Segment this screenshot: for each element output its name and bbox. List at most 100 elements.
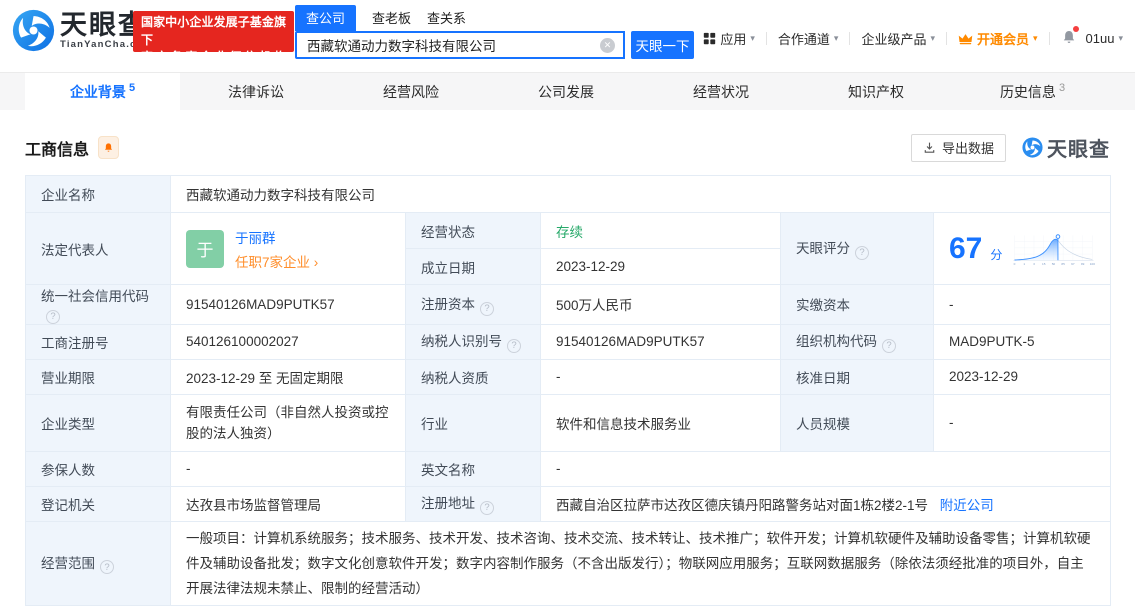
tab-intellectual-property[interactable]: 知识产权: [800, 73, 955, 110]
legal-rep-cell: 于 于丽群 任职7家企业 ›: [170, 212, 406, 285]
field-label: 核准日期: [780, 358, 934, 395]
field-label: 营业期限: [25, 358, 171, 395]
svg-text:99: 99: [1081, 261, 1085, 265]
help-icon[interactable]: ?: [507, 338, 521, 353]
nav-enterprise[interactable]: 企业级产品 ▾: [861, 29, 935, 48]
nearby-companies-link[interactable]: 附近公司: [940, 498, 994, 513]
help-icon[interactable]: ?: [480, 301, 494, 316]
search-tab-company[interactable]: 查公司: [295, 5, 357, 31]
help-icon[interactable]: ?: [46, 309, 60, 324]
search-button[interactable]: 天眼一下: [631, 31, 694, 59]
nav-vip[interactable]: 开通会员 ▾: [958, 29, 1038, 48]
field-label: 经营范围?: [25, 520, 171, 606]
field-label: 纳税人识别号?: [405, 323, 541, 360]
business-info-table: 企业名称 西藏软通动力数字科技有限公司 法定代表人 于 于丽群 任职7家企业 ›…: [25, 175, 1111, 606]
field-label: 英文名称: [405, 450, 541, 487]
notifications-bell-icon[interactable]: [1061, 26, 1079, 48]
field-label: 成立日期: [405, 248, 541, 285]
tab-operating-status[interactable]: 经营状况: [645, 73, 800, 110]
field-label: 参保人数: [25, 450, 171, 487]
tianyancha-swirl-icon: [1022, 137, 1043, 158]
score-cell: 67 分 0 1 3 15 50 85 97 99 100: [933, 212, 1111, 285]
field-label: 法定代表人: [25, 212, 171, 285]
tab-operating-risk[interactable]: 经营风险: [335, 73, 490, 110]
table-row: 登记机关 达孜县市场监督管理局 注册地址? 西藏自治区拉萨市达孜区德庆镇丹阳路警…: [25, 485, 1111, 522]
clear-search-icon[interactable]: ✕: [600, 38, 615, 53]
tab-company-development[interactable]: 公司发展: [490, 73, 645, 110]
taxpayer-quality-value: -: [540, 358, 781, 395]
tab-lawsuits[interactable]: 法律诉讼: [180, 73, 335, 110]
site-header: 天眼查 TianYanCha.com 国家中小企业发展子基金旗下 官方备案企业征…: [0, 0, 1135, 64]
subscribe-bell-icon[interactable]: [98, 136, 120, 159]
divider: [1048, 32, 1050, 45]
official-badge: 国家中小企业发展子基金旗下 官方备案企业征信机构: [133, 11, 294, 64]
top-nav: 应用 ▾ 合作通道 ▾ 企业级产品 ▾ 开通会员 ▾ 01uu ▾: [703, 26, 1123, 48]
table-row: 法定代表人 于 于丽群 任职7家企业 › 经营状态 存续 天眼评分? 67 分: [25, 212, 1111, 285]
table-row: 工商注册号 540126100002027 纳税人识别号? 91540126MA…: [25, 323, 1111, 360]
export-data-button[interactable]: 导出数据: [910, 133, 1006, 162]
nav-apps[interactable]: 应用 ▾: [703, 29, 755, 48]
caret-down-icon: ▾: [1033, 33, 1038, 43]
divider: [946, 32, 947, 45]
caret-down-icon: ▾: [930, 33, 935, 43]
svg-text:1: 1: [1024, 261, 1026, 265]
nav-user[interactable]: 01uu ▾: [1086, 31, 1123, 46]
taxpayer-id-value: 91540126MAD9PUTK57: [540, 323, 781, 360]
org-code-value: MAD9PUTK-5: [933, 323, 1111, 360]
address-value: 西藏自治区拉萨市达孜区德庆镇丹阳路警务站对面1栋2楼2-1号: [556, 497, 929, 513]
biz-term-value: 2023-12-29 至 无固定期限: [170, 358, 406, 395]
tianyancha-swirl-icon: [12, 9, 55, 52]
caret-down-icon: ▾: [750, 33, 755, 43]
grid-apps-icon: [704, 32, 716, 45]
legal-rep-positions-link[interactable]: 任职7家企业 ›: [235, 251, 318, 271]
nav-channel[interactable]: 合作通道 ▾: [778, 29, 839, 48]
field-label: 经营状态: [405, 212, 541, 249]
reg-capital-value: 500万人民币: [540, 284, 781, 325]
help-icon[interactable]: ?: [882, 338, 896, 353]
score-value: 67: [949, 231, 983, 265]
field-label: 天眼评分?: [780, 212, 934, 285]
help-icon[interactable]: ?: [855, 245, 869, 260]
help-icon[interactable]: ?: [100, 560, 114, 575]
reg-number-value: 540126100002027: [170, 323, 406, 360]
svg-text:15: 15: [1042, 261, 1046, 265]
search-tab-boss[interactable]: 查老板: [372, 5, 411, 31]
company-name-value: 西藏软通动力数字科技有限公司: [170, 175, 1111, 213]
download-icon: [924, 142, 935, 153]
notification-dot: [1072, 26, 1079, 32]
site-logo[interactable]: 天眼查 TianYanCha.com: [12, 9, 153, 52]
field-label: 行业: [405, 393, 541, 452]
table-row: 经营范围? 一般项目：计算机系统服务；技术服务、技术开发、技术咨询、技术交流、技…: [25, 520, 1111, 606]
search-tab-relation[interactable]: 查关系: [427, 5, 466, 31]
field-label: 企业名称: [25, 175, 171, 213]
address-cell: 西藏自治区拉萨市达孜区德庆镇丹阳路警务站对面1栋2楼2-1号 附近公司: [540, 485, 1111, 522]
field-label: 人员规模: [780, 393, 934, 452]
divider: [765, 32, 767, 45]
legal-rep-name-link[interactable]: 于丽群: [235, 227, 318, 247]
score-unit: 分: [990, 248, 1003, 262]
tab-history[interactable]: 历史信息 3: [955, 73, 1110, 110]
field-label: 企业类型: [25, 393, 171, 452]
field-label: 统一社会信用代码?: [25, 284, 171, 325]
caret-down-icon: ▾: [833, 33, 839, 43]
field-label: 注册资本?: [405, 284, 541, 325]
search-input[interactable]: [295, 31, 625, 59]
tab-count: 3: [1058, 81, 1066, 94]
tab-count: 5: [128, 81, 136, 94]
tab-background[interactable]: 企业背景 5: [25, 73, 180, 110]
svg-text:85: 85: [1062, 261, 1066, 265]
established-value: 2023-12-29: [540, 248, 781, 285]
legal-rep-avatar[interactable]: 于: [186, 229, 224, 268]
table-row: 统一社会信用代码? 91540126MAD9PUTK57 注册资本? 500万人…: [25, 284, 1111, 325]
credit-code-value: 91540126MAD9PUTK57: [170, 284, 406, 325]
field-label: 实缴资本: [780, 284, 934, 325]
status-value: 存续: [540, 212, 781, 249]
business-scope-value: 一般项目：计算机系统服务；技术服务、技术开发、技术咨询、技术交流、技术转让、技术…: [170, 520, 1111, 606]
field-label: 工商注册号: [25, 323, 171, 360]
registry-value: 达孜县市场监督管理局: [170, 485, 406, 522]
watermark-logo: 天眼查: [1022, 133, 1110, 162]
help-icon[interactable]: ?: [480, 500, 494, 515]
field-label: 登记机关: [25, 485, 171, 522]
table-row: 参保人数 - 英文名称 -: [25, 450, 1111, 487]
divider: [849, 32, 851, 45]
